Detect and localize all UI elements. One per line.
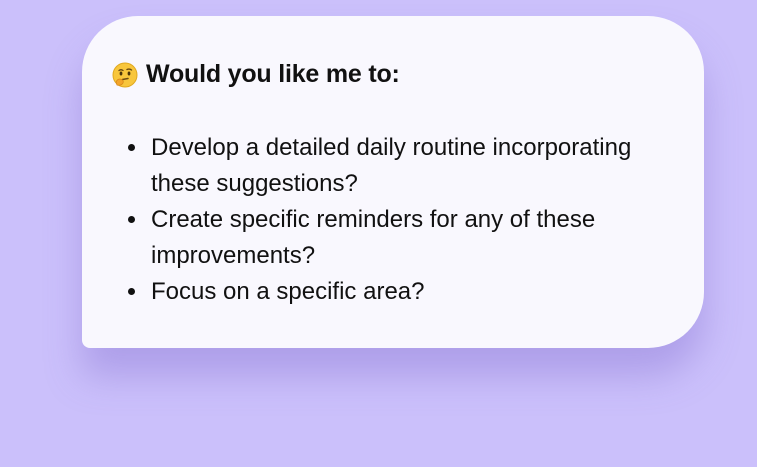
list-item: Focus on a specific area? xyxy=(128,274,688,310)
heading-text: Would you like me to: xyxy=(146,60,400,88)
list-item: Create specific reminders for any of the… xyxy=(128,202,688,274)
message-card: Would you like me to: Develop a detailed… xyxy=(82,16,704,348)
list-item: Develop a detailed daily routine incorpo… xyxy=(128,130,688,202)
prompt-heading: Would you like me to: xyxy=(112,60,400,89)
thinking-face-icon xyxy=(112,62,138,88)
suggestion-list: Develop a detailed daily routine incorpo… xyxy=(128,130,688,310)
list-item-text: Create specific reminders for any of the… xyxy=(151,206,596,269)
list-item-text: Develop a detailed daily routine incorpo… xyxy=(151,134,632,197)
list-item-text: Focus on a specific area? xyxy=(151,278,425,305)
bullet-icon xyxy=(128,288,135,295)
bullet-icon xyxy=(128,216,135,223)
bullet-icon xyxy=(128,144,135,151)
